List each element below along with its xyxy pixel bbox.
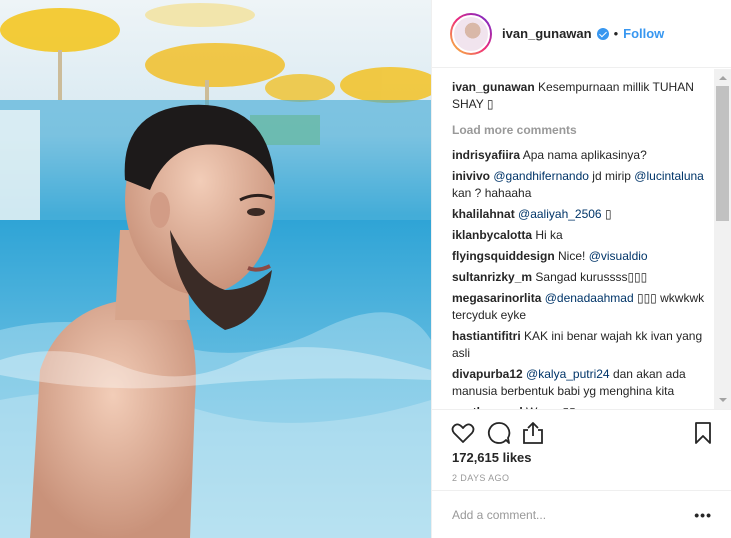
pool-portrait-image: [0, 0, 431, 538]
comment-text: Apa nama aplikasinya?: [522, 148, 647, 162]
load-more-comments-button[interactable]: Load more comments: [452, 123, 708, 137]
comment-item: megasarinorlita @denadaahmad ▯▯▯ wkwkwk …: [452, 290, 708, 324]
comments-list[interactable]: ivan_gunawan Kesempurnaan millik TUHAN S…: [432, 69, 731, 409]
comment-item: flyingsquiddesign Nice! @visualdio: [452, 248, 708, 265]
comment-text: Hi ka: [535, 228, 563, 242]
header-separator: •: [613, 26, 619, 41]
like-count[interactable]: 172,615 likes: [452, 450, 532, 465]
comment-item: khalilahnat @aaliyah_2506 ▯: [452, 206, 708, 223]
comment-item: indrisyafiira Apa nama aplikasinya?: [452, 147, 708, 164]
post-caption: ivan_gunawan Kesempurnaan millik TUHAN S…: [452, 79, 708, 113]
post-header: ivan_gunawan • Follow: [432, 0, 731, 68]
comment-username[interactable]: iklanbycalotta: [452, 228, 532, 242]
comment-mention-link[interactable]: @visualdio: [589, 249, 648, 263]
comment-username[interactable]: sultanrizky_m: [452, 270, 532, 284]
more-options-button[interactable]: •••: [692, 507, 712, 523]
follow-button[interactable]: Follow: [623, 26, 664, 41]
scroll-down-arrow-icon[interactable]: [714, 392, 731, 409]
comment-input[interactable]: [452, 507, 692, 522]
comment-mention-link[interactable]: @kalya_putri24: [526, 367, 610, 381]
comment-username[interactable]: divapurba12: [452, 367, 523, 381]
comment-item: inivivo @gandhifernando jd mirip @lucint…: [452, 168, 708, 202]
verified-badge-icon: [596, 27, 609, 40]
share-icon[interactable]: [520, 420, 546, 446]
comment-username[interactable]: indrisyafiira: [452, 148, 520, 162]
comment-item: divapurba12 @kalya_putri24 dan akan ada …: [452, 366, 708, 400]
comment-container: indrisyafiira Apa nama aplikasinya? inivi…: [452, 147, 708, 409]
scrollbar-thumb[interactable]: [716, 86, 729, 221]
comment-username[interactable]: flyingsquiddesign: [452, 249, 555, 263]
comment-icon[interactable]: [486, 420, 512, 446]
comment-username[interactable]: hastiantifitri: [452, 329, 521, 343]
action-icons: [450, 420, 716, 446]
instagram-post: ivan_gunawan • Follow ivan_gunawan Kesem…: [0, 0, 731, 538]
comment-text: Sangad kurussss▯▯▯: [535, 270, 648, 284]
comment-mention-link[interactable]: @aaliyah_2506: [518, 207, 602, 221]
comment-mention-link[interactable]: @gandhifernando: [493, 169, 589, 183]
post-timestamp[interactable]: 2 DAYS AGO: [452, 473, 509, 483]
comment-username[interactable]: megasarinorlita: [452, 291, 541, 305]
comment-mention-link[interactable]: @denadaahmad: [545, 291, 634, 305]
comment-item: sultanrizky_m Sangad kurussss▯▯▯: [452, 269, 708, 286]
comment-username[interactable]: khalilahnat: [452, 207, 515, 221]
avatar[interactable]: [450, 12, 492, 55]
add-comment-bar: •••: [432, 490, 731, 538]
comment-username[interactable]: inivivo: [452, 169, 490, 183]
caption-username[interactable]: ivan_gunawan: [452, 80, 535, 94]
post-photo[interactable]: [0, 0, 431, 538]
comment-item: hastiantifitri KAK ini benar wajah kk iv…: [452, 328, 708, 362]
comment-text: kan ? hahaaha: [452, 186, 532, 200]
heart-icon[interactable]: [450, 420, 476, 446]
header-username[interactable]: ivan_gunawan: [502, 26, 592, 41]
avatar-image: [452, 14, 490, 53]
comment-text: Nice!: [558, 249, 589, 263]
comment-text: ▯: [601, 207, 612, 221]
comment-mention-link[interactable]: @lucintaluna: [634, 169, 704, 183]
post-side-panel: ivan_gunawan • Follow ivan_gunawan Kesem…: [431, 0, 731, 538]
comment-item: iklanbycalotta Hi ka: [452, 227, 708, 244]
comments-scrollbar[interactable]: [714, 69, 731, 409]
scroll-up-arrow-icon[interactable]: [714, 69, 731, 86]
comment-text: jd mirip: [588, 169, 635, 183]
bookmark-icon[interactable]: [690, 420, 716, 446]
